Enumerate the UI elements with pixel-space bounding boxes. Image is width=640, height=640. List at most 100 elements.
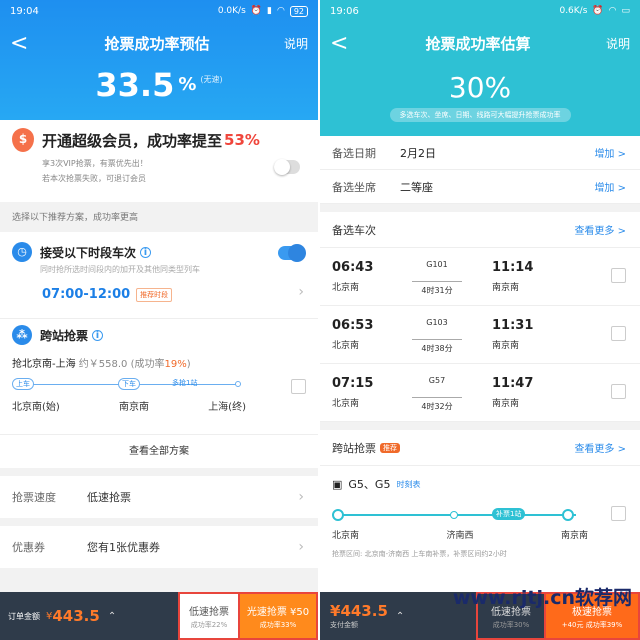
network-speed: 0.6K/s — [559, 6, 588, 16]
cross-station-header: 跨站抢票 推荐 查看更多 > — [320, 430, 640, 466]
success-rate: 30% — [320, 64, 640, 108]
train-checkbox[interactable] — [611, 384, 626, 399]
caret-up-icon[interactable]: ⌃ — [108, 611, 116, 622]
watermark: www.rjtj.cn软荐网 — [452, 587, 632, 609]
cross-train-no: G5、G5 — [348, 478, 391, 491]
right-header: 19:06 0.6K/s ⏰ ◠ ▭ < 抢票成功率估算 说明 30% 多选车次… — [320, 0, 640, 136]
slow-grab-button[interactable]: 低速抢票 成功率22% — [178, 592, 240, 640]
wifi-icon: ◠ — [608, 6, 617, 16]
left-bottom-bar: 订单金额 ¥ 443.5 ⌃ 低速抢票 成功率22% 光速抢票 ¥50 成功率3… — [0, 592, 318, 640]
order-amount: 443.5 — [52, 607, 100, 625]
cross-station-plan: ▣ G5、G5 时刻表 补票1站 北京南 济南西 南京南 抢票区间: 北京南-济… — [320, 466, 640, 566]
back-icon[interactable]: < — [330, 31, 350, 56]
rate-unit: % — [178, 74, 197, 95]
alight-tag: 下车 — [118, 378, 140, 390]
vip-benefit-2: 若本次抢票失败，可退订会员 — [42, 174, 146, 183]
station-names: 北京南(始) 南京南 上海(终) — [12, 402, 246, 413]
alarm-icon: ⏰ — [250, 6, 262, 16]
recommend-tag: 推荐时段 — [136, 287, 173, 302]
network-speed: 0.0K/s — [217, 6, 246, 16]
help-link[interactable]: 说明 — [606, 35, 630, 52]
fast-grab-button[interactable]: 光速抢票 ¥50 成功率33% — [240, 592, 318, 640]
train-row[interactable]: 07:15 北京南 G57 4时32分 11:47 南京南 — [320, 364, 640, 422]
status-bar: 19:06 0.6K/s ⏰ ◠ ▭ — [320, 0, 640, 22]
nav-bar: < 抢票成功率估算 说明 — [320, 22, 640, 64]
order-amount-label: 订单金额 — [8, 611, 40, 621]
signal-icon: ▮ — [267, 6, 272, 16]
more-cross-link[interactable]: 查看更多 > — [574, 440, 626, 455]
pay-amount-label: 支付金额 — [330, 621, 358, 629]
extra-station-label: 多抢1站 — [172, 379, 198, 387]
buy-ticket-tag: 补票1站 — [492, 508, 526, 520]
alt-date-row: 备选日期 2月2日 增加 > — [320, 136, 640, 170]
cross-route: 抢北京南-上海 约￥558.0 (成功率19%) — [12, 359, 191, 370]
route-line: 上车 下车 多抢1站 — [12, 376, 306, 394]
train-row[interactable]: 06:53 北京南 G103 4时38分 11:31 南京南 — [320, 306, 640, 364]
vip-rate: 53% — [224, 131, 260, 149]
accept-time-card: ◷ 接受以下时段车次 i 同时抢所选时间段内的加开及其他同类型列车 07:00-… — [0, 232, 318, 318]
cross-title: 跨站抢票 — [40, 328, 89, 343]
alt-seat-row: 备选坐席 二等座 增加 > — [320, 170, 640, 204]
add-seat-button[interactable]: 增加 > — [594, 179, 626, 194]
page-title: 抢票成功率估算 — [425, 34, 531, 53]
cross-station-card: ⁂ 跨站抢票 i 抢北京南-上海 约￥558.0 (成功率19%) 上车 下车 … — [0, 318, 318, 434]
alarm-icon: ⏰ — [592, 6, 604, 16]
rate-value: 33.5 — [95, 66, 175, 104]
end-dot — [235, 381, 241, 387]
clock-icon: ◷ — [12, 242, 32, 262]
train-icon: ▣ — [332, 477, 343, 491]
vip-toggle[interactable] — [274, 159, 300, 175]
success-rate: 33.5 % (无速) — [0, 64, 318, 120]
train-checkbox[interactable] — [611, 268, 626, 283]
help-link[interactable]: 说明 — [284, 35, 308, 52]
cross-checkbox[interactable] — [611, 506, 626, 521]
speed-row[interactable]: 抢票速度 低速抢票 › — [0, 476, 318, 518]
train-row[interactable]: 06:43 北京南 G101 4时31分 11:14 南京南 — [320, 248, 640, 306]
page-title: 抢票成功率预估 — [104, 34, 210, 53]
right-screen: 19:06 0.6K/s ⏰ ◠ ▭ < 抢票成功率估算 说明 30% 多选车次… — [320, 0, 640, 640]
recommend-hint: 选择以下推荐方案，成功率更高 — [12, 213, 139, 223]
add-date-button[interactable]: 增加 > — [594, 145, 626, 160]
caret-up-icon[interactable]: ⌃ — [396, 611, 404, 622]
more-trains-link[interactable]: 查看更多 > — [574, 222, 626, 237]
left-screen: 19:04 0.0K/s ⏰ ▮ ◠ 92 < 抢票成功率预估 说明 33.5 … — [0, 0, 318, 640]
time-range-row[interactable]: 07:00-12:00 推荐时段 — [12, 287, 306, 302]
pay-amount: ¥443.5 — [330, 602, 388, 620]
board-tag: 上车 — [12, 378, 34, 390]
time-range: 07:00-12:00 — [42, 287, 131, 302]
info-icon[interactable]: i — [140, 246, 152, 258]
cross-checkbox[interactable] — [291, 379, 306, 394]
accept-title: 接受以下时段车次 — [40, 245, 137, 260]
alt-trains-header: 备选车次 查看更多 > — [320, 212, 640, 248]
vip-card: $ 开通超级会员，成功率提至 53% 享3次VIP抢票，有票优先出！ 若本次抢票… — [0, 120, 318, 202]
accept-toggle[interactable] — [278, 244, 306, 262]
chevron-right-icon: › — [298, 489, 304, 505]
chevron-right-icon[interactable]: › — [298, 284, 304, 300]
accept-subtitle: 同时抢所选时间段内的加开及其他同类型列车 — [40, 265, 200, 274]
left-header: 19:04 0.0K/s ⏰ ▮ ◠ 92 < 抢票成功率预估 说明 33.5 … — [0, 0, 318, 120]
battery-icon: 92 — [289, 5, 308, 17]
view-all-plans[interactable]: 查看全部方案 — [0, 434, 318, 468]
rate-note: (无速) — [200, 75, 223, 84]
rate-tip: 多选车次、坐席、日期、线路可大幅提升抢票成功率 — [389, 108, 571, 122]
back-icon[interactable]: < — [10, 31, 30, 56]
status-bar: 19:04 0.0K/s ⏰ ▮ ◠ 92 — [0, 0, 318, 22]
timetable-link[interactable]: 时刻表 — [396, 479, 420, 490]
train-checkbox[interactable] — [611, 326, 626, 341]
vip-badge-icon: $ — [12, 128, 34, 152]
vip-benefit-1: 享3次VIP抢票，有票优先出！ — [42, 159, 148, 168]
recommend-badge: 推荐 — [380, 442, 400, 453]
battery-icon: ▭ — [621, 6, 630, 16]
cross-note: 抢票区间: 北京南-济南西 上车南补票，补票区间约2小时 — [332, 550, 507, 558]
cross-route-line: 补票1站 — [332, 506, 584, 526]
status-time: 19:04 — [10, 5, 39, 17]
coupon-row[interactable]: 优惠券 您有1张优惠券 › — [0, 526, 318, 568]
rate-value: 30% — [448, 70, 512, 104]
status-time: 19:06 — [330, 5, 359, 17]
wifi-icon: ◠ — [276, 6, 285, 16]
cross-stations: 北京南 济南西 南京南 — [332, 531, 588, 541]
info-icon[interactable]: i — [92, 329, 104, 341]
vip-title: 开通超级会员，成功率提至 — [42, 131, 223, 150]
chevron-right-icon: › — [298, 539, 304, 555]
cross-station-icon: ⁂ — [12, 325, 32, 345]
